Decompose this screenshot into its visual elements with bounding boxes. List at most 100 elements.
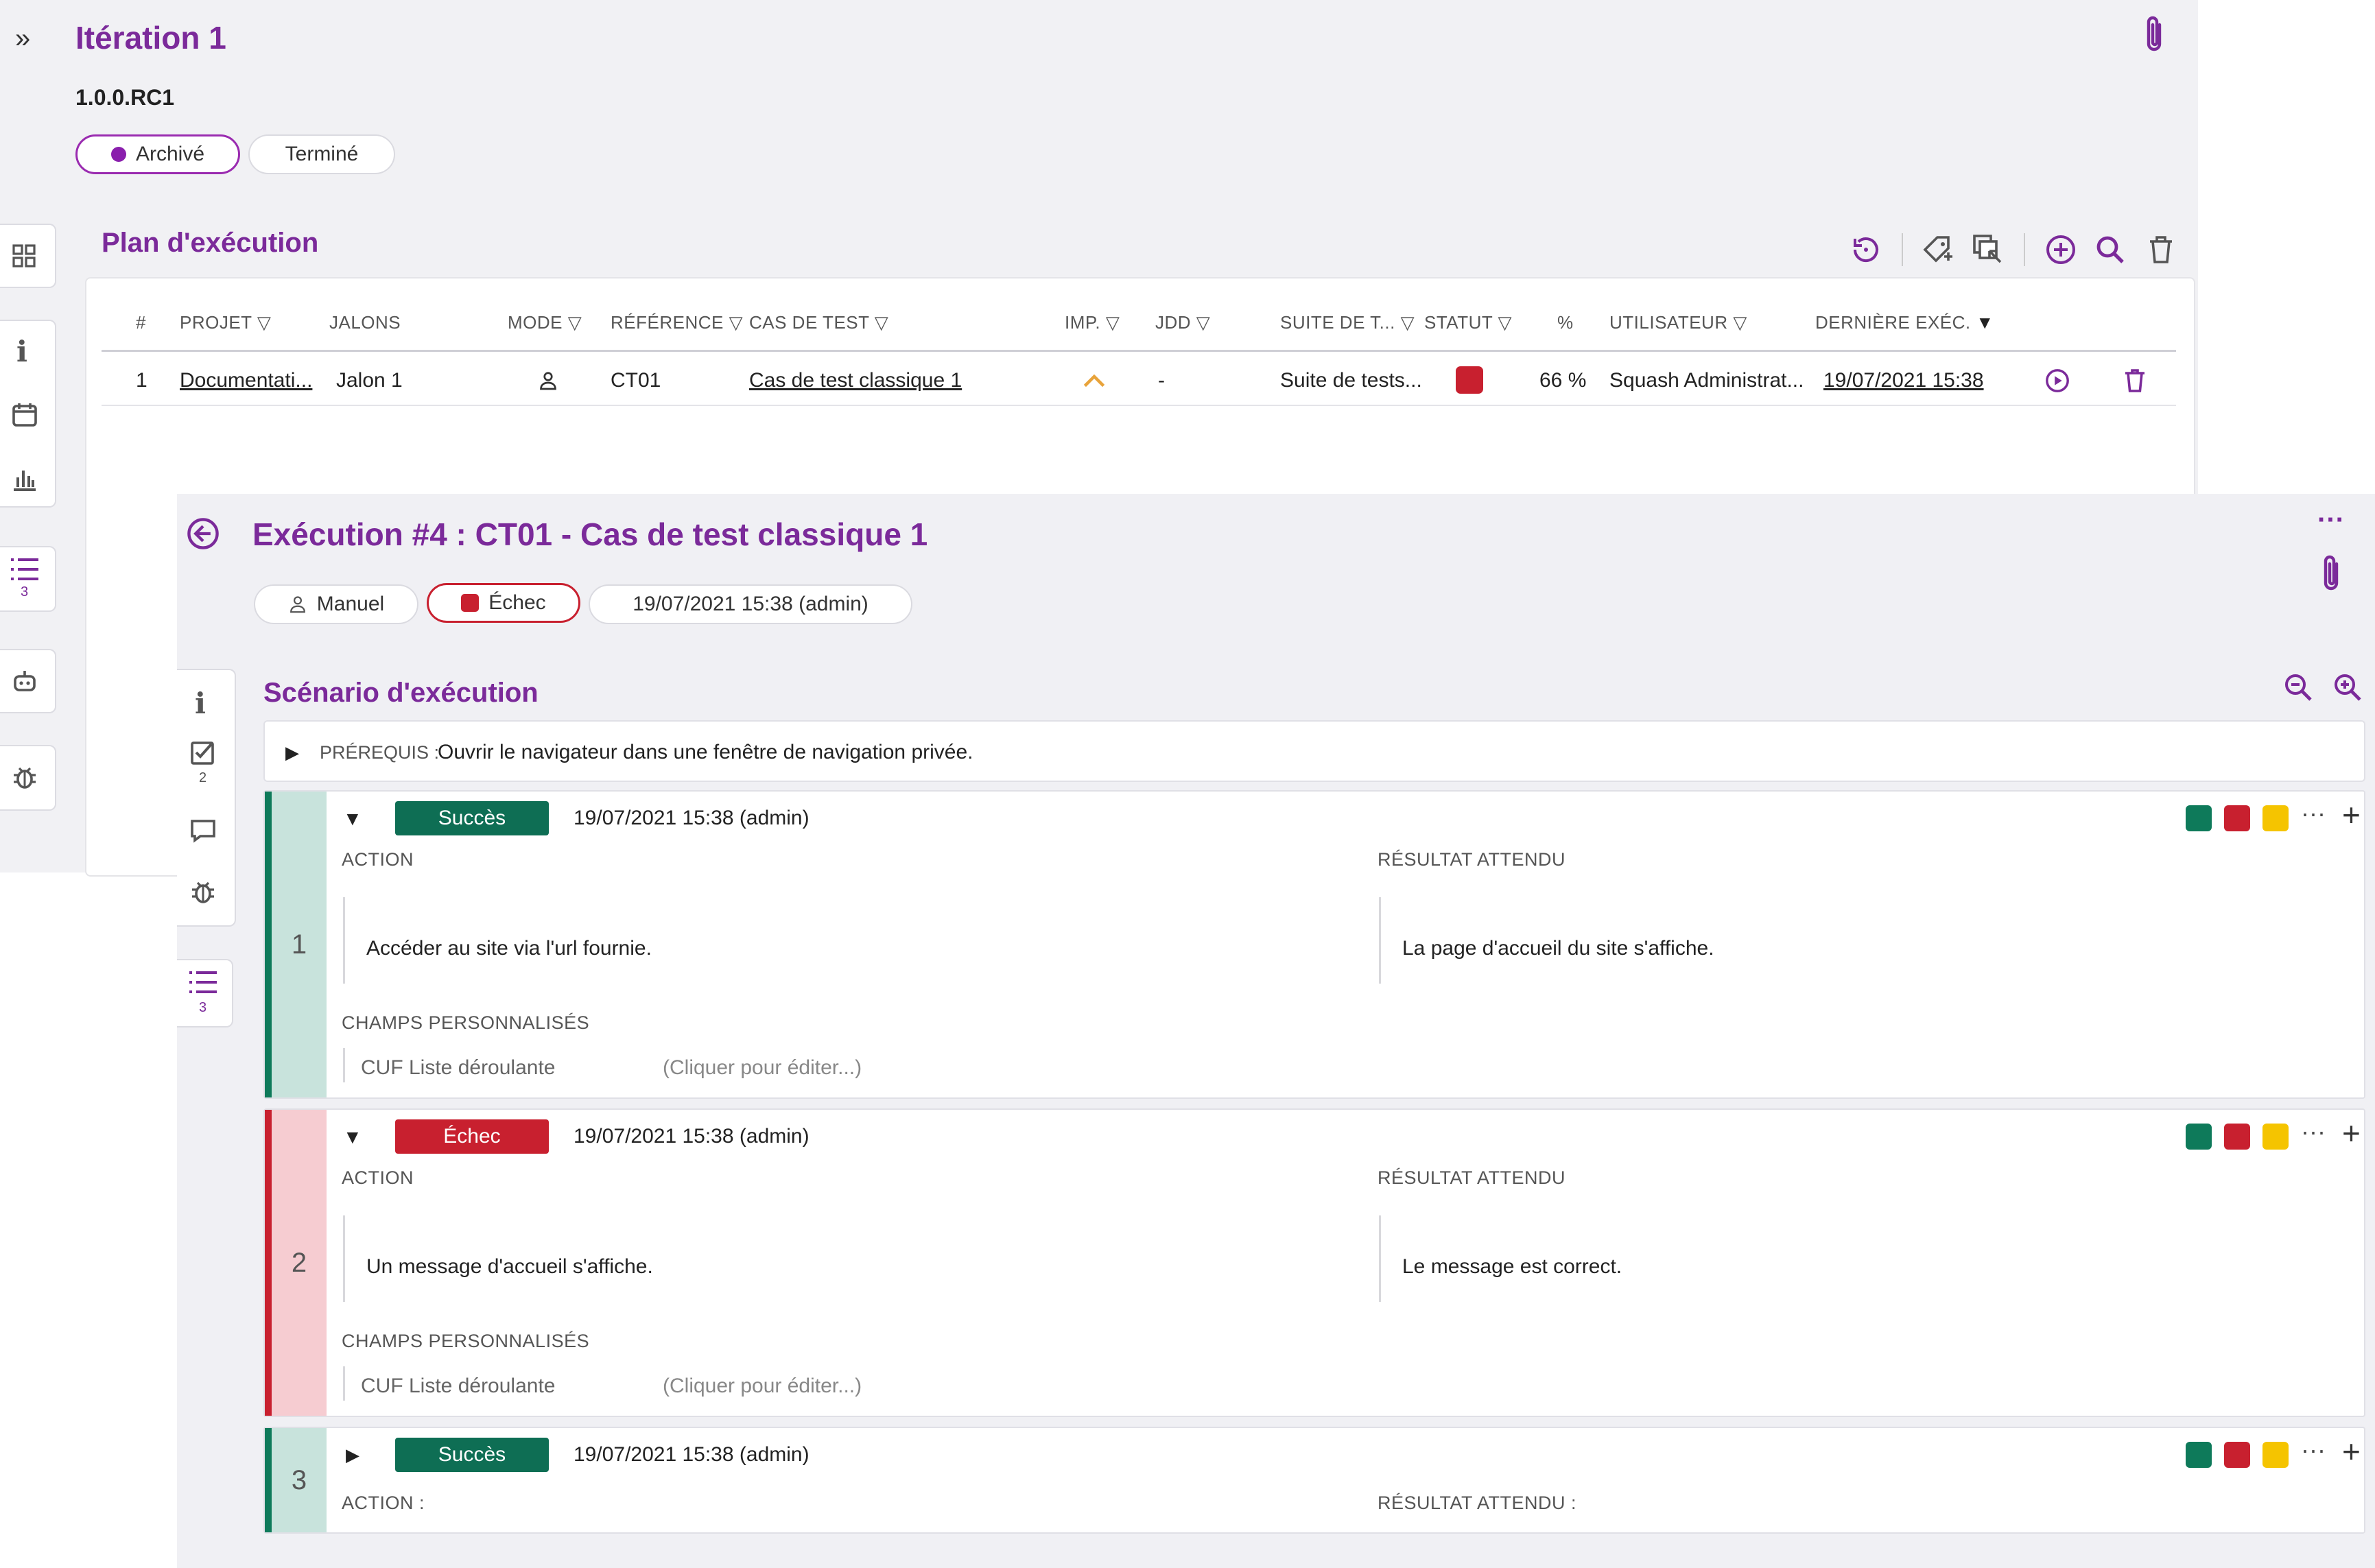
filter-icon[interactable]: ▽: [1733, 312, 1747, 333]
chart-icon[interactable]: [11, 465, 38, 492]
set-blocked-button[interactable]: [2262, 805, 2289, 831]
set-failure-button[interactable]: [2224, 805, 2250, 831]
set-failure-button[interactable]: [2224, 1442, 2250, 1468]
list-icon: [189, 971, 217, 993]
execution-title: Exécution #4 : CT01 - Cas de test classi…: [252, 516, 928, 552]
refresh-icon[interactable]: [1850, 233, 1882, 266]
col-test-case-label: CAS DE TEST: [749, 312, 870, 333]
delete-icon[interactable]: [2144, 233, 2177, 266]
row-test-case-link[interactable]: Cas de test classique 1: [749, 369, 962, 392]
filter-icon[interactable]: ▽: [729, 312, 744, 333]
filter-icon[interactable]: ▽: [568, 312, 582, 333]
action-label: ACTION: [342, 849, 414, 870]
set-blocked-button[interactable]: [2262, 1124, 2289, 1150]
table-header-divider: [102, 350, 2176, 352]
sort-filter-icon[interactable]: ▼: [1976, 312, 1994, 333]
add-step-icon[interactable]: +: [2342, 1436, 2361, 1467]
filter-icon[interactable]: ▽: [1401, 312, 1415, 333]
back-icon[interactable]: [185, 516, 221, 551]
filter-icon[interactable]: ▽: [1196, 312, 1211, 333]
col-suite[interactable]: SUITE DE T... ▽: [1280, 312, 1415, 333]
col-mode[interactable]: MODE ▽: [508, 312, 582, 333]
caret-right-icon[interactable]: ▶: [346, 1445, 359, 1466]
automation-nav-button[interactable]: [0, 649, 56, 713]
col-user[interactable]: UTILISATEUR ▽: [1609, 312, 1747, 333]
search-icon[interactable]: [2094, 233, 2127, 266]
add-step-icon[interactable]: +: [2342, 1117, 2361, 1149]
status-chip-archived[interactable]: Archivé: [75, 134, 240, 174]
set-success-button[interactable]: [2186, 805, 2212, 831]
step-status-badge[interactable]: Succès: [395, 801, 549, 835]
bug-icon[interactable]: [189, 879, 217, 906]
col-reference[interactable]: RÉFÉRENCE ▽: [611, 312, 743, 333]
test-plan-nav-button[interactable]: 3: [0, 546, 56, 612]
checklist-icon[interactable]: [189, 739, 217, 766]
row-project-link[interactable]: Documentati...: [180, 369, 312, 392]
row-status-square[interactable]: [1456, 366, 1483, 394]
milestone-label: 1.0.0.RC1: [75, 85, 175, 110]
robot-icon: [14, 671, 36, 691]
col-last-exec[interactable]: DERNIÈRE EXÉC. ▼: [1815, 312, 1994, 333]
row-delete-icon[interactable]: [2121, 366, 2149, 394]
col-status[interactable]: STATUT ▽: [1424, 312, 1512, 333]
add-icon[interactable]: [2044, 233, 2077, 266]
status-chip-done[interactable]: Terminé: [248, 134, 395, 174]
info-icon[interactable]: i: [16, 335, 27, 368]
row-last-exec-link[interactable]: 19/07/2021 15:38: [1823, 369, 1984, 392]
user-icon: [290, 596, 305, 613]
filter-icon[interactable]: ▽: [1498, 312, 1513, 333]
more-options-icon[interactable]: ···: [2317, 506, 2345, 534]
caret-right-icon[interactable]: ▶: [285, 742, 299, 763]
col-dataset[interactable]: JDD ▽: [1155, 312, 1210, 333]
zoom-out-icon[interactable]: [2282, 671, 2315, 704]
prereq-label: PRÉREQUIS :: [320, 742, 440, 763]
issues-nav-button[interactable]: [0, 745, 56, 811]
expand-icon[interactable]: »: [15, 25, 30, 52]
step-date: 19/07/2021 15:38 (admin): [574, 1125, 810, 1148]
result-divider: [1379, 1215, 1381, 1302]
filter-icon[interactable]: ▽: [1106, 312, 1120, 333]
execution-attachment-icon[interactable]: [2317, 553, 2345, 597]
caret-down-icon[interactable]: ▼: [343, 1126, 362, 1148]
dashboard-nav-button[interactable]: [0, 224, 56, 288]
prerequisite-bar[interactable]: ▶ PRÉREQUIS : Ouvrir le navigateur dans …: [263, 720, 2365, 782]
play-icon[interactable]: [2044, 368, 2070, 394]
comment-icon[interactable]: [189, 817, 217, 844]
add-tag-icon[interactable]: [1921, 233, 1954, 266]
step-more-icon[interactable]: ···: [2301, 1119, 2326, 1144]
mode-chip[interactable]: Manuel: [254, 584, 418, 624]
cuf-edit-value[interactable]: (Cliquer pour éditer...): [663, 1375, 862, 1398]
col-test-case[interactable]: CAS DE TEST ▽: [749, 312, 888, 333]
col-project[interactable]: PROJET ▽: [180, 312, 271, 333]
execution-date-label: 19/07/2021 15:38 (admin): [633, 593, 869, 615]
execution-status-chip[interactable]: Échec: [427, 583, 580, 623]
set-success-button[interactable]: [2186, 1442, 2212, 1468]
caret-down-icon[interactable]: ▼: [343, 808, 362, 830]
calendar-icon[interactable]: [11, 401, 38, 428]
multi-select-icon[interactable]: [1972, 233, 2005, 266]
filter-icon[interactable]: ▽: [257, 312, 272, 333]
col-importance[interactable]: IMP. ▽: [1065, 312, 1120, 333]
filter-icon[interactable]: ▽: [875, 312, 889, 333]
step-more-icon[interactable]: ···: [2301, 1438, 2326, 1462]
steps-nav-button[interactable]: 3: [177, 959, 233, 1027]
zoom-in-icon[interactable]: [2331, 671, 2364, 704]
set-success-button[interactable]: [2186, 1124, 2212, 1150]
step-more-icon[interactable]: ···: [2301, 801, 2326, 826]
attachment-icon[interactable]: [2140, 14, 2168, 58]
done-label: Terminé: [285, 143, 359, 165]
add-step-icon[interactable]: +: [2342, 799, 2361, 831]
set-failure-button[interactable]: [2224, 1124, 2250, 1150]
step-status-badge[interactable]: Succès: [395, 1438, 549, 1472]
set-blocked-button[interactable]: [2262, 1442, 2289, 1468]
step-number: 2: [265, 1110, 327, 1416]
step-expected-result: La page d'accueil du site s'affiche.: [1402, 937, 1714, 960]
cuf-edit-value[interactable]: (Cliquer pour éditer...): [663, 1056, 862, 1080]
action-label: ACTION :: [342, 1493, 425, 1513]
list-icon: [11, 558, 38, 580]
step-status-badge[interactable]: Échec: [395, 1119, 549, 1154]
info-icon[interactable]: i: [195, 687, 206, 720]
step-card: 3 ▶ Succès 19/07/2021 15:38 (admin) ··· …: [263, 1427, 2365, 1534]
manual-mode-icon: [538, 370, 558, 391]
expected-result-label: RÉSULTAT ATTENDU :: [1378, 1493, 1577, 1513]
